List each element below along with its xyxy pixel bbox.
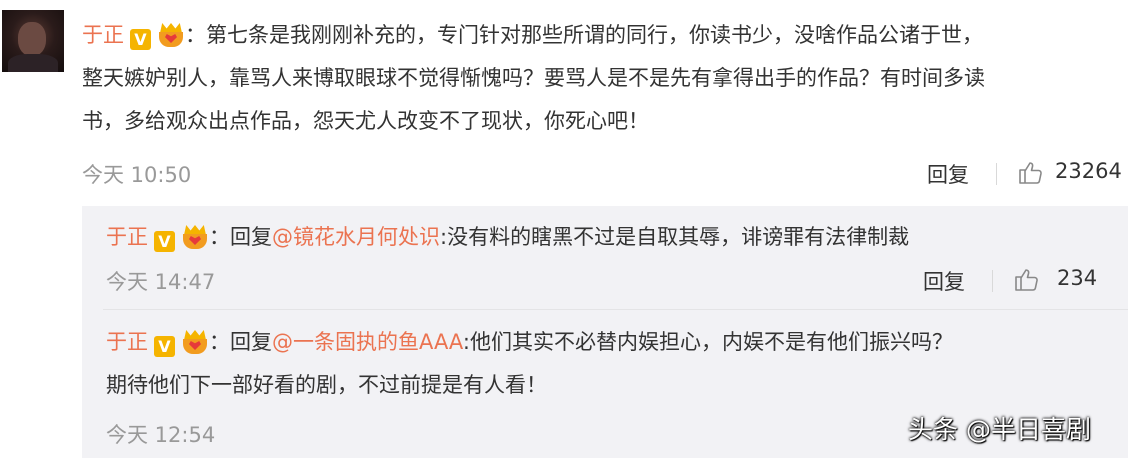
like-count: 23264	[1055, 159, 1122, 183]
avatar-face	[18, 22, 46, 56]
reply-button[interactable]: 回复	[927, 159, 969, 189]
comment-time: 今天 14:47	[106, 270, 216, 294]
reply-text: :没有料的瞎黑不过是自取其辱，诽谤罪有法律制裁	[440, 225, 910, 249]
main-comment-line-2: 整天嫉妒别人，靠骂人来博取眼球不觉得惭愧吗？要骂人是不是先有拿得出手的作品？有时…	[82, 66, 985, 90]
main-comment-meta: 今天 10:50 回复 23264	[82, 159, 1127, 189]
username-link[interactable]: 于正	[106, 225, 148, 249]
comment-time: 今天 12:54	[106, 423, 216, 447]
reply-1-line-1: 于正 V ：回复@镜花水月何处识:没有料的瞎黑不过是自取其辱，诽谤罪有法律制裁	[106, 216, 1121, 259]
reply-2-line-2: 期待他们下一部好看的剧，不过前提是有人看！	[106, 373, 547, 397]
reply-prefix: ：回复	[209, 330, 272, 354]
username-link[interactable]: 于正	[82, 23, 124, 47]
v-badge-icon: V	[154, 231, 175, 252]
comment-time: 今天 10:50	[82, 163, 192, 187]
thumbs-up-icon[interactable]	[1013, 266, 1039, 292]
reply-prefix: ：回复	[209, 225, 272, 249]
reply-item: 于正 V ：回复@镜花水月何处识:没有料的瞎黑不过是自取其辱，诽谤罪有法律制裁	[106, 216, 1121, 259]
divider	[992, 270, 993, 292]
mention-link[interactable]: @一条固执的鱼AAA	[272, 330, 463, 354]
username-link[interactable]: 于正	[106, 330, 148, 354]
main-comment-line-1: 于正 V ：第七条是我刚刚补充的，专门针对那些所谓的同行，你读书少，没啥作品公诸于世…	[82, 14, 1127, 57]
comment-text: ：第七条是我刚刚补充的，专门针对那些所谓的同行，你读书少，没啥作品公诸于世，	[185, 23, 983, 47]
reply-2-line-1: 于正 V ：回复@一条固执的鱼AAA:他们其实不必替内娱担心，内娱不是有他们振兴吗？	[106, 321, 1121, 364]
crown-heart-icon	[157, 23, 185, 47]
avatar-shirt	[8, 54, 58, 72]
crown-heart-icon	[181, 330, 209, 354]
avatar[interactable]	[2, 10, 64, 72]
mention-link[interactable]: @镜花水月何处识	[272, 225, 440, 249]
reply-divider	[103, 309, 1128, 310]
reply-text: :他们其实不必替内娱担心，内娱不是有他们振兴吗？	[462, 330, 953, 354]
reply-button[interactable]: 回复	[923, 266, 965, 296]
main-comment-line-3: 书，多给观众出点作品，怨天尤人改变不了现状，你死心吧！	[82, 109, 649, 133]
divider	[996, 163, 997, 185]
watermark: 头条 @半日喜剧	[908, 415, 1091, 444]
thumbs-up-icon[interactable]	[1017, 159, 1043, 185]
reply-item: 于正 V ：回复@一条固执的鱼AAA:他们其实不必替内娱担心，内娱不是有他们振兴吗？…	[106, 321, 1121, 407]
reply-2-meta: 今天 12:54	[106, 419, 506, 449]
reply-1-meta: 今天 14:47 回复 234	[106, 266, 1121, 296]
crown-heart-icon	[181, 225, 209, 249]
main-comment: 于正 V ：第七条是我刚刚补充的，专门针对那些所谓的同行，你读书少，没啥作品公诸于世…	[82, 14, 1127, 143]
like-count: 234	[1057, 266, 1098, 290]
v-badge-icon: V	[154, 336, 175, 357]
v-badge-icon: V	[130, 29, 151, 50]
